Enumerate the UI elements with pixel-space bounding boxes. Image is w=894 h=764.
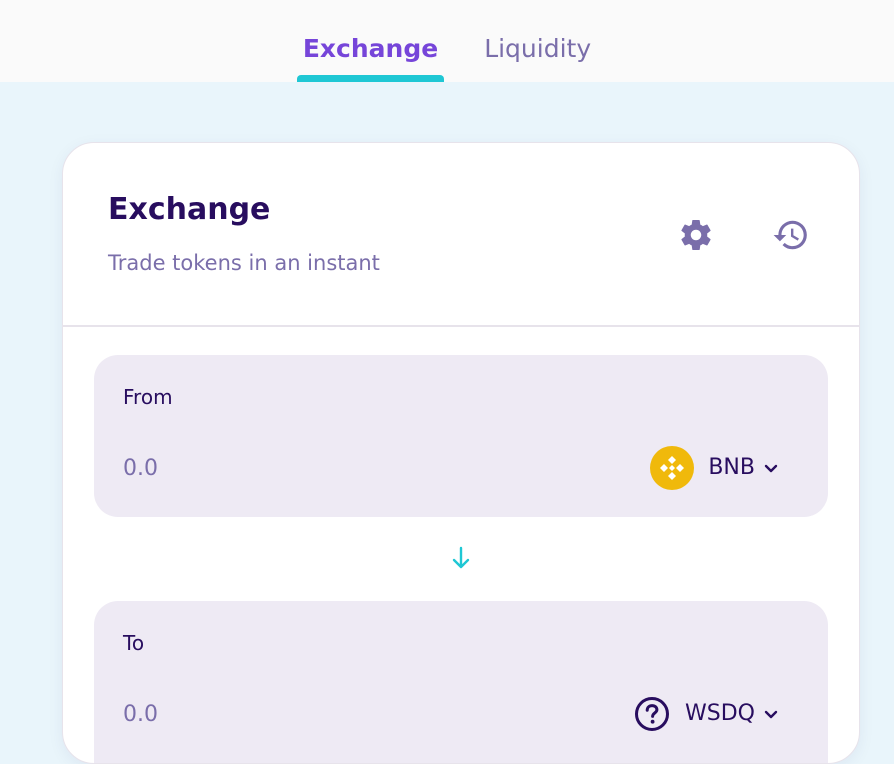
from-token-name: BNB xyxy=(708,455,755,480)
tab-liquidity[interactable]: Liquidity xyxy=(484,0,591,82)
card-subtitle: Trade tokens in an instant xyxy=(108,251,380,275)
active-tab-indicator xyxy=(296,75,445,82)
from-panel: From BNB xyxy=(94,355,828,517)
exchange-card: Exchange Trade tokens in an instant From xyxy=(62,142,860,764)
gear-icon xyxy=(681,219,711,250)
to-token-name: WSDQ xyxy=(685,701,755,726)
card-header: Exchange Trade tokens in an instant xyxy=(63,143,859,327)
to-amount-input[interactable] xyxy=(123,696,463,732)
swap-direction-button[interactable] xyxy=(448,543,474,573)
top-nav: Exchange Liquidity xyxy=(0,0,894,82)
card-title: Exchange xyxy=(108,192,271,227)
chevron-down-icon xyxy=(763,706,779,722)
settings-button[interactable] xyxy=(674,213,718,257)
history-button[interactable] xyxy=(769,213,813,257)
bnb-logo-icon xyxy=(650,446,695,490)
to-label: To xyxy=(123,631,145,655)
history-icon xyxy=(773,220,807,250)
question-circle-icon xyxy=(635,697,670,731)
tab-liquidity-label: Liquidity xyxy=(484,34,592,63)
from-amount-input[interactable] xyxy=(123,450,463,486)
chevron-down-icon xyxy=(763,460,779,476)
from-token-select[interactable]: BNB xyxy=(650,444,779,492)
tab-bar: Exchange Liquidity xyxy=(0,0,894,82)
from-label: From xyxy=(123,385,173,409)
tab-exchange[interactable]: Exchange xyxy=(296,0,445,82)
to-token-select[interactable]: WSDQ xyxy=(633,690,779,738)
to-panel: To WSDQ xyxy=(94,601,828,763)
tab-exchange-label: Exchange xyxy=(302,34,439,63)
arrow-down-icon xyxy=(452,546,470,569)
